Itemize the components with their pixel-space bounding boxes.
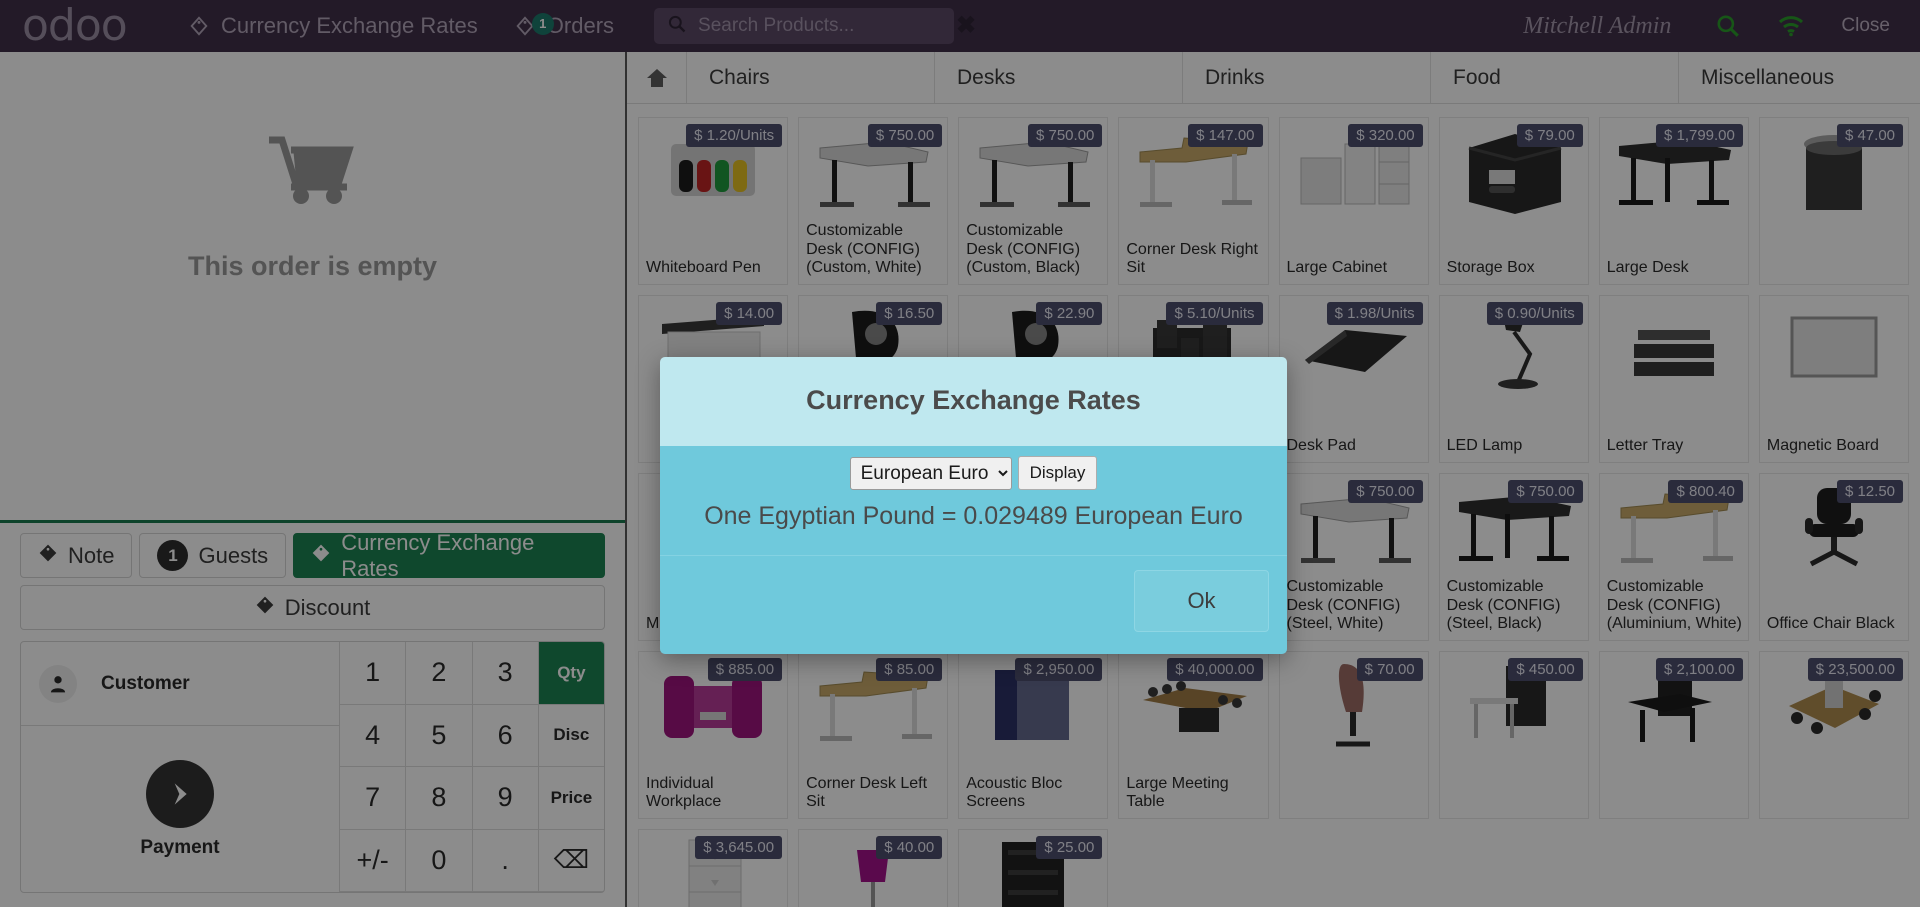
exchange-rate-text: One Egyptian Pound = 0.029489 European E… bbox=[704, 502, 1243, 530]
currency-select[interactable]: European Euro bbox=[849, 456, 1012, 490]
dialog-footer: Ok bbox=[660, 555, 1287, 654]
pos-screen: odoo Currency Exchange Rates 1 Orders ✖ … bbox=[0, 0, 1920, 907]
currency-exchange-rates-dialog: Currency Exchange Rates European Euro Di… bbox=[660, 357, 1287, 654]
dialog-header: Currency Exchange Rates bbox=[660, 357, 1287, 446]
dialog-controls: European Euro Display bbox=[676, 456, 1271, 490]
dialog-title: Currency Exchange Rates bbox=[806, 385, 1141, 415]
dialog-body: European Euro Display One Egyptian Pound… bbox=[660, 446, 1287, 555]
ok-button[interactable]: Ok bbox=[1134, 570, 1269, 632]
display-button[interactable]: Display bbox=[1017, 456, 1098, 490]
